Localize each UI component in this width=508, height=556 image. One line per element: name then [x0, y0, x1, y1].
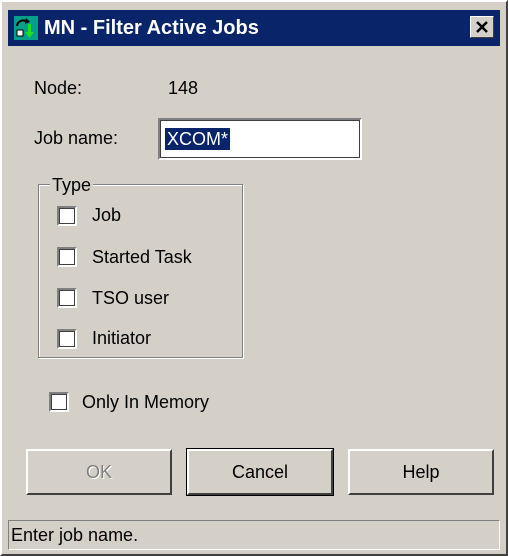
help-button[interactable]: Help [348, 449, 494, 495]
cancel-button[interactable]: Cancel [186, 448, 334, 496]
initiator-checkbox[interactable] [57, 329, 77, 349]
node-value: 148 [168, 78, 199, 98]
title-bar[interactable]: MN - Filter Active Jobs [8, 10, 500, 46]
tso-user-checkbox-label: TSO user [92, 288, 170, 308]
job-checkbox[interactable] [57, 206, 77, 226]
close-button[interactable] [470, 16, 494, 38]
job-checkbox-label: Job [92, 205, 122, 225]
app-icon [14, 16, 38, 40]
only-in-memory-checkbox[interactable] [49, 392, 69, 412]
filter-active-jobs-dialog: MN - Filter Active Jobs Node: 148 Job na… [0, 0, 508, 556]
job-name-input[interactable]: XCOM* [158, 118, 362, 160]
window-title: MN - Filter Active Jobs [44, 17, 259, 39]
initiator-checkbox-label: Initiator [92, 328, 152, 348]
status-text: Enter job name. [11, 525, 139, 545]
status-bar: Enter job name. [8, 520, 500, 550]
started-task-checkbox[interactable] [57, 247, 77, 267]
ok-button[interactable]: OK [26, 449, 172, 495]
close-icon [476, 21, 488, 33]
started-task-checkbox-label: Started Task [92, 247, 192, 267]
job-name-label: Job name: [34, 128, 119, 148]
job-name-value: XCOM* [165, 128, 231, 150]
only-in-memory-label: Only In Memory [82, 392, 210, 412]
tso-user-checkbox[interactable] [57, 288, 77, 308]
type-group-legend: Type [50, 175, 94, 195]
node-label: Node: [34, 78, 83, 98]
